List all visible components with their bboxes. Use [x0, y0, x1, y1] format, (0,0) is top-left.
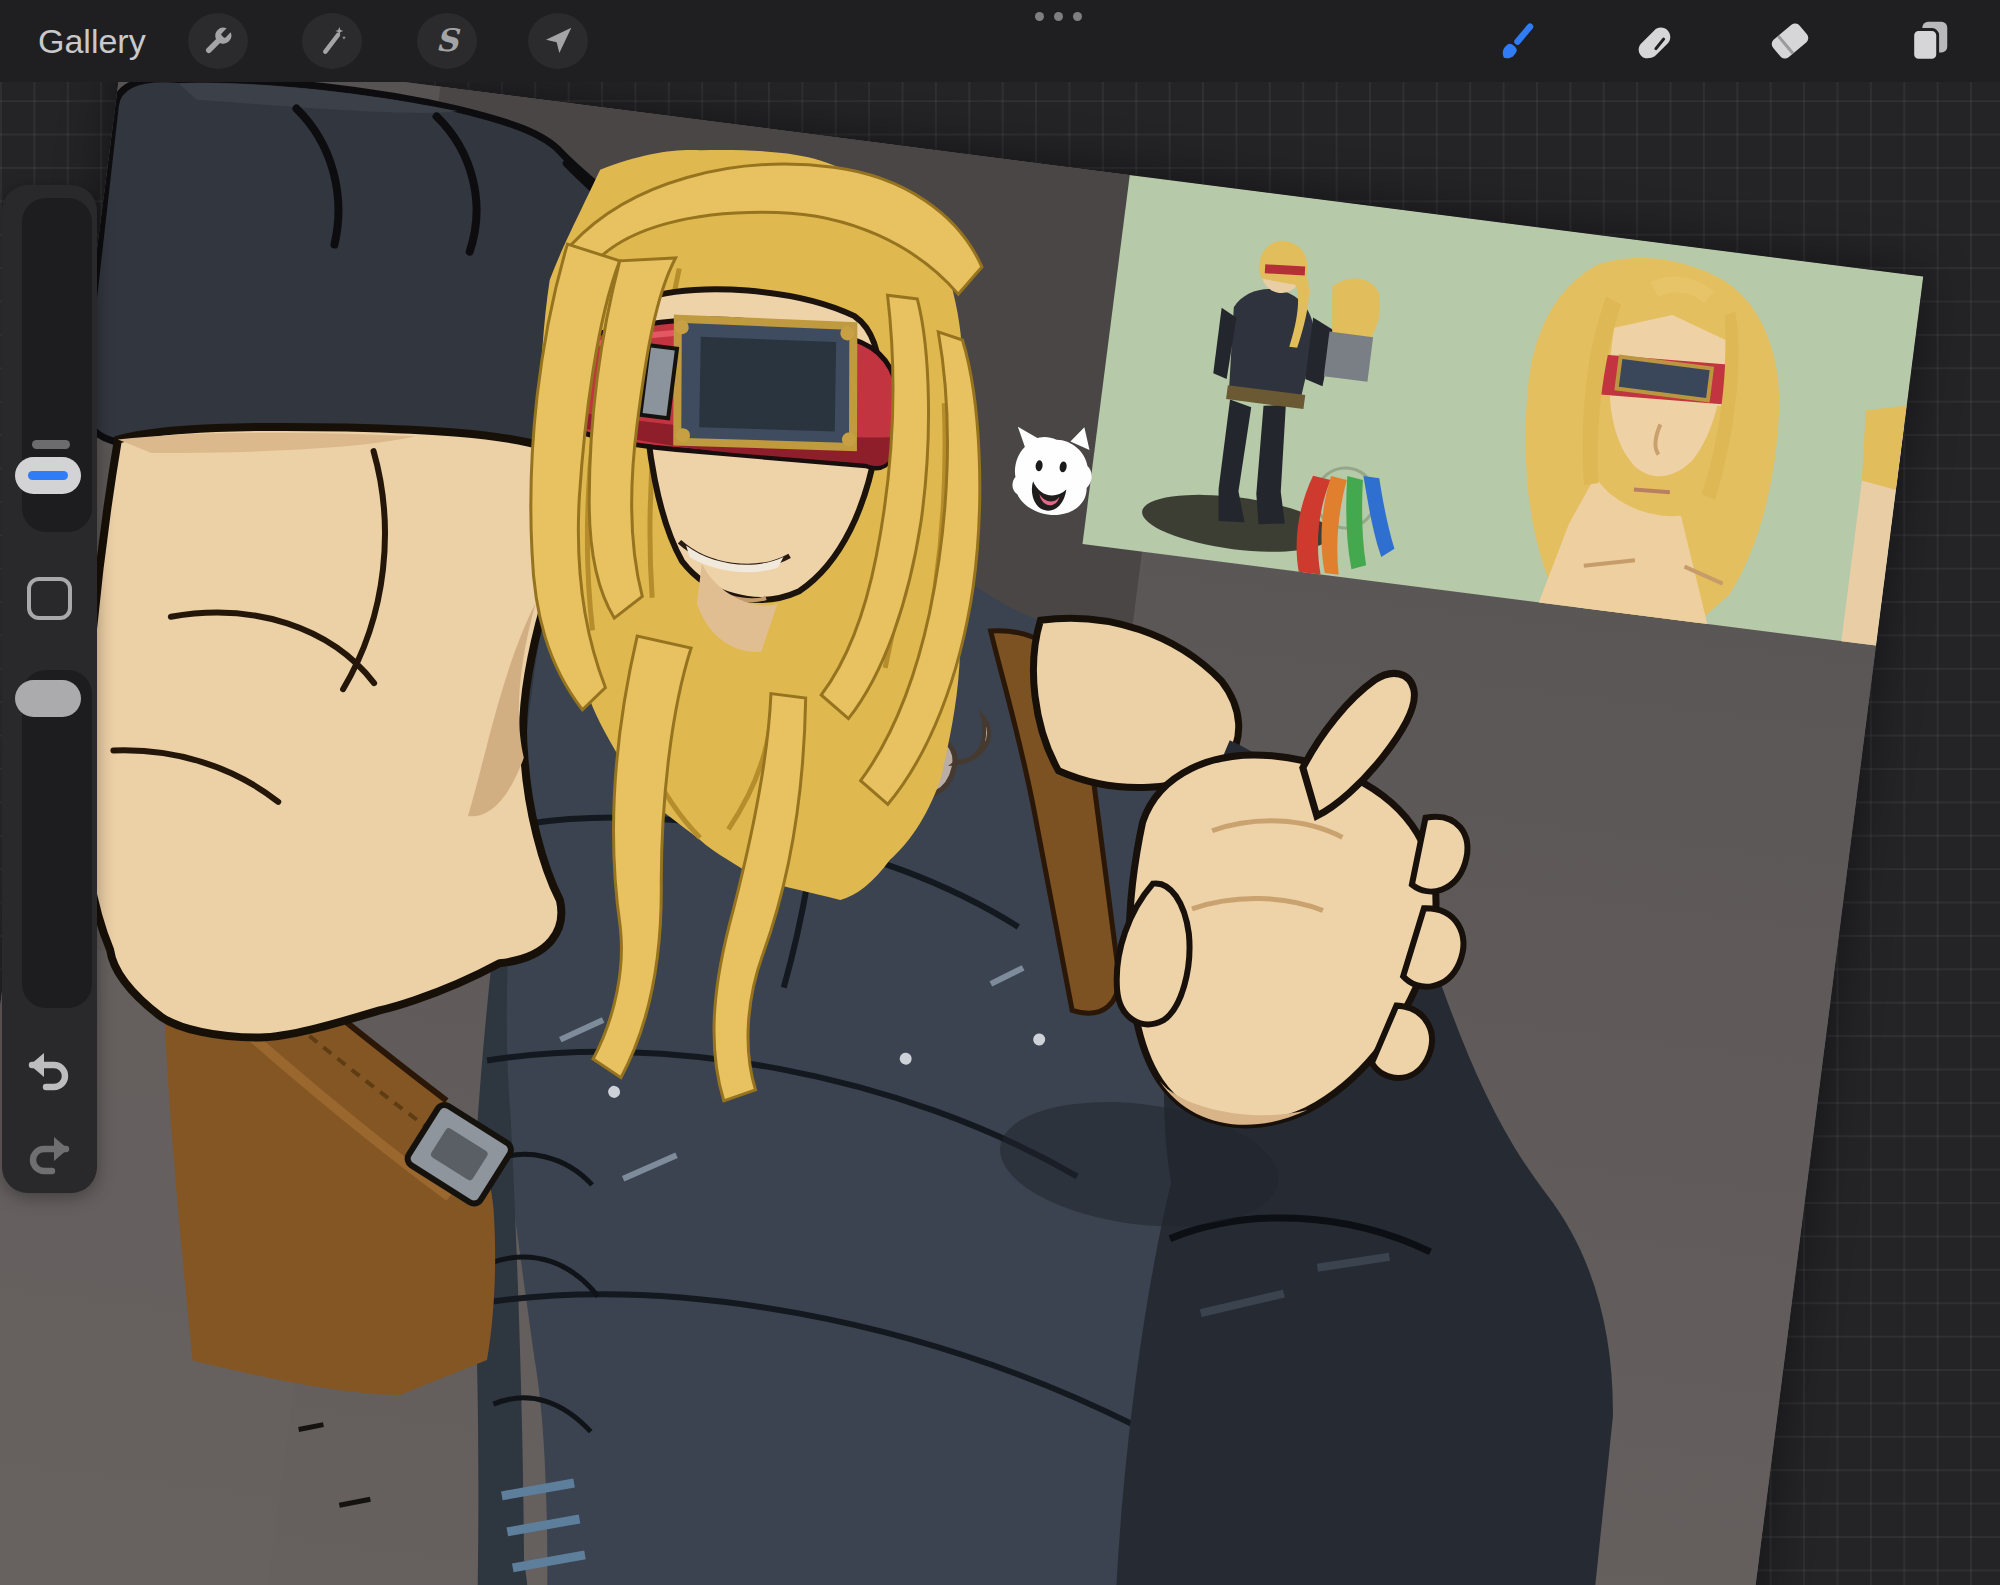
adjustments-s-button[interactable]: S — [417, 13, 477, 69]
magic-wand-icon — [316, 25, 348, 57]
wrench-icon — [202, 25, 234, 57]
undo-icon — [24, 1047, 74, 1093]
undo-button[interactable] — [24, 1047, 74, 1097]
redo-button[interactable] — [24, 1131, 74, 1181]
layers-tool-button[interactable] — [1906, 17, 1954, 65]
top-toolbar: Gallery S — [0, 0, 2000, 82]
brush-size-handle[interactable] — [15, 457, 81, 494]
opacity-slider[interactable] — [22, 670, 92, 1008]
redo-icon — [24, 1131, 74, 1177]
actions-button[interactable] — [188, 13, 248, 69]
eraser-icon — [1767, 18, 1813, 64]
layers-icon — [1907, 18, 1953, 64]
opacity-handle[interactable] — [15, 680, 81, 717]
selection-arrow-icon — [542, 25, 574, 57]
overflow-dots[interactable] — [1035, 12, 1082, 21]
selection-button[interactable] — [528, 13, 588, 69]
paint-brush-icon — [1494, 17, 1542, 65]
adjustments-button[interactable] — [302, 13, 362, 69]
smudge-finger-icon — [1631, 18, 1677, 64]
brush-tool-button[interactable] — [1494, 17, 1542, 65]
svg-text:S: S — [436, 24, 461, 58]
eraser-tool-button[interactable] — [1766, 17, 1814, 65]
adjustments-s-icon: S — [430, 24, 464, 58]
modify-button[interactable] — [27, 577, 72, 620]
smudge-tool-button[interactable] — [1630, 17, 1678, 65]
left-sidebar — [2, 185, 97, 1193]
slider-memory-dash — [32, 440, 70, 449]
gallery-button[interactable]: Gallery — [38, 0, 146, 82]
drawing-canvas[interactable] — [0, 46, 1923, 1585]
brush-size-accent — [28, 471, 68, 480]
artwork-illustration — [0, 46, 1923, 1585]
